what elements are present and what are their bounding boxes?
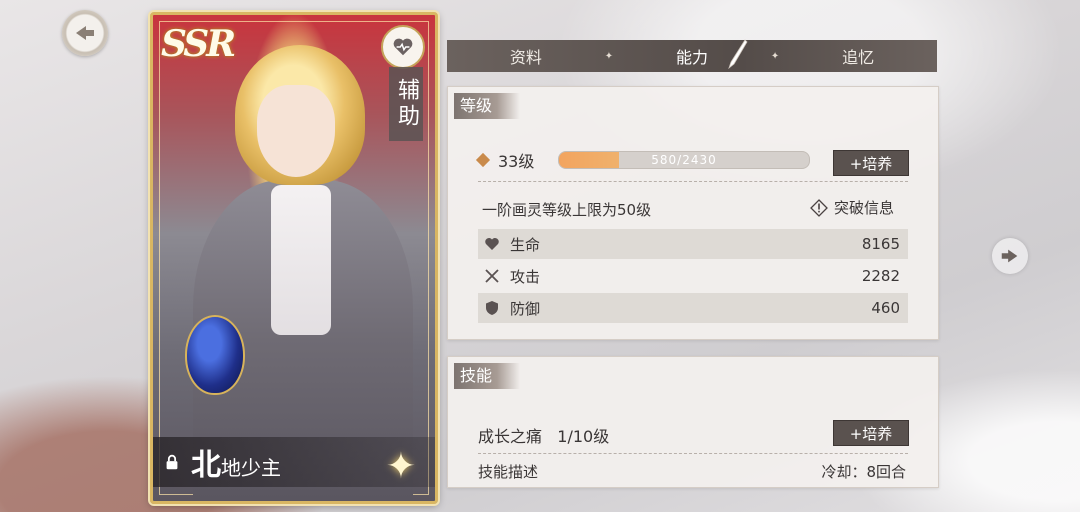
skill-level-text: 1/10级 — [557, 427, 610, 446]
swords-icon — [485, 269, 499, 283]
skill-cooldown: 冷却：8回合 — [821, 463, 906, 481]
skill-panel-header: 技能 — [448, 357, 938, 391]
brush-icon — [728, 39, 748, 70]
character-portrait-cravat — [271, 185, 331, 335]
stat-value: 8165 — [861, 235, 900, 253]
sparkle-icon: ✦ — [385, 446, 417, 487]
divider — [478, 453, 908, 454]
back-button[interactable] — [62, 10, 108, 56]
level-panel: 等级 33级 580/2430 +培养 一阶画灵等级上限为50级 突破信息 生命… — [447, 86, 939, 340]
diamond-icon — [475, 152, 491, 168]
forward-arrow-icon — [1001, 249, 1018, 263]
back-arrow-icon — [76, 26, 94, 40]
stat-label: 生命 — [510, 235, 541, 254]
tab-separator: ✦ — [770, 50, 780, 62]
tab-ability[interactable]: 能力 — [613, 39, 771, 70]
shield-icon — [486, 301, 498, 315]
level-limit-text: 一阶画灵等级上限为50级 — [482, 201, 652, 219]
tab-profile[interactable]: 资料 — [447, 44, 605, 68]
level-panel-header: 等级 — [448, 87, 938, 121]
character-name-rest: 地少主 — [221, 455, 281, 480]
heart-icon — [485, 238, 499, 250]
skill-panel-title: 技能 — [454, 363, 521, 389]
stat-value: 2282 — [861, 267, 900, 285]
exp-progress-text: 580/2430 — [651, 153, 717, 167]
stat-label: 防御 — [510, 299, 541, 318]
stat-label: 攻击 — [510, 267, 541, 286]
divider — [478, 181, 908, 182]
rarity-badge: SSR — [161, 23, 236, 65]
tab-bar: 资料 ✦ 能力 ✦ 追忆 — [447, 39, 937, 72]
exclamation-icon — [810, 198, 828, 217]
tab-separator: ✦ — [604, 50, 614, 62]
tab-memories[interactable]: 追忆 — [779, 44, 937, 68]
break-info-label: 突破信息 — [834, 199, 895, 217]
skill-name: 成长之痛 1/10级 — [478, 423, 609, 447]
next-character-button[interactable] — [992, 238, 1028, 274]
lock-icon[interactable] — [161, 451, 183, 473]
skill-name-text: 成长之痛 — [478, 427, 543, 446]
stat-row-attack: 攻击 2282 — [478, 261, 908, 291]
level-train-button[interactable]: +培养 — [833, 150, 909, 176]
skill-panel: 技能 成长之痛 1/10级 +培养 技能描述 冷却：8回合 — [447, 356, 939, 488]
break-info-button[interactable]: 突破信息 — [810, 197, 894, 218]
stat-row-hp: 生命 8165 — [478, 229, 908, 259]
role-tag: 辅助 — [389, 67, 423, 141]
stat-row-defense: 防御 460 — [478, 293, 908, 323]
heartbeat-icon — [381, 25, 425, 69]
tab-ability-label: 能力 — [675, 48, 708, 67]
jeweled-egg — [185, 315, 245, 395]
skill-train-button[interactable]: +培养 — [833, 420, 909, 446]
character-name-first: 北 — [191, 448, 221, 483]
stat-value: 460 — [871, 299, 900, 317]
character-portrait-face — [257, 85, 335, 177]
character-card[interactable]: SSR 辅助 北 地少主 ✦ — [150, 12, 438, 504]
skill-description-label: 技能描述 — [478, 463, 539, 481]
level-panel-title: 等级 — [454, 93, 521, 119]
exp-progress-bar: 580/2430 — [558, 151, 810, 169]
level-text: 33级 — [498, 152, 535, 171]
